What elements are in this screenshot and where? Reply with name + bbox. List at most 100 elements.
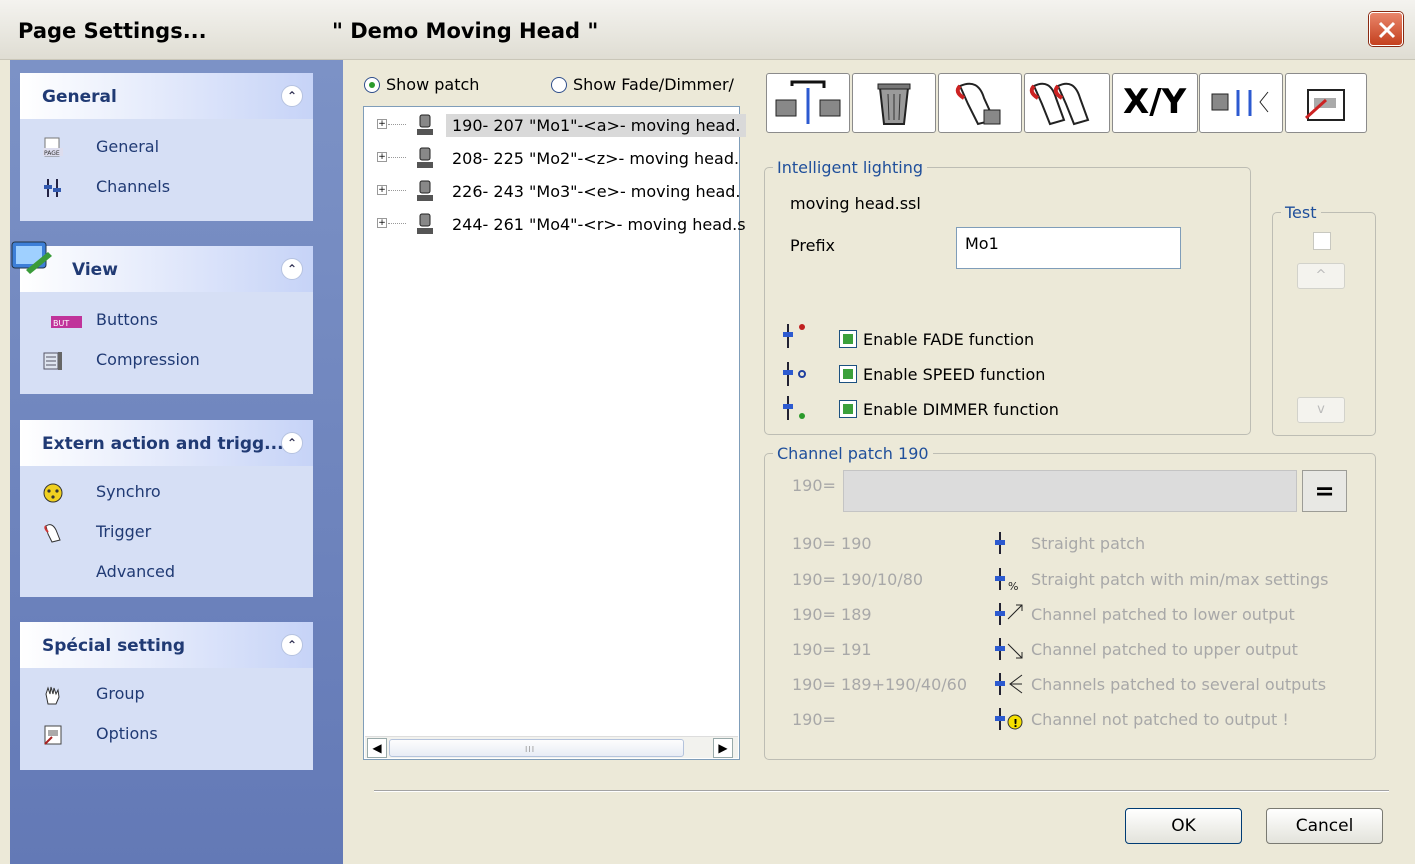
horizontal-scrollbar[interactable]: ◀ III ▶ <box>365 736 738 758</box>
group-title: Extern action and trigg... <box>42 434 284 454</box>
enable-dimmer-label: Enable DIMMER function <box>863 400 1059 419</box>
chevron-down-icon: v <box>1317 402 1325 417</box>
radio-dot <box>364 77 380 93</box>
test-up-button[interactable]: ^ <box>1297 263 1345 289</box>
collapse-chevron-icon[interactable]: ⌃ <box>281 432 303 454</box>
scroll-thumb[interactable]: III <box>389 739 684 757</box>
enable-fade-label: Enable FADE function <box>863 330 1035 349</box>
xy-button[interactable]: X/Y <box>1112 73 1198 133</box>
prefix-input[interactable]: Mo1 <box>956 227 1181 269</box>
test-down-button[interactable]: v <box>1297 397 1345 423</box>
close-button[interactable] <box>1369 12 1403 46</box>
expand-icon[interactable]: + <box>377 152 387 162</box>
cancel-button[interactable]: Cancel <box>1266 808 1383 844</box>
intelligent-lighting-legend: Intelligent lighting <box>777 158 924 177</box>
sidebar-group-general: General ⌃ PAGE General Channels <box>20 73 313 221</box>
tree-row[interactable]: + 208- 225 "Mo2"-<z>- moving head. <box>364 143 739 173</box>
tree-row[interactable]: + 190- 207 "Mo1"-<a>- moving head. <box>364 110 747 140</box>
fixture-file-name: moving head.ssl <box>790 194 921 213</box>
enable-dimmer-checkbox[interactable] <box>839 400 857 418</box>
options-tool-button[interactable] <box>1285 73 1367 133</box>
compression-icon <box>43 352 62 370</box>
trash-icon <box>877 83 911 125</box>
example-desc: Straight patch with min/max settings <box>1031 570 1329 589</box>
example-code: 190= 189 <box>792 605 872 624</box>
ok-button[interactable]: OK <box>1125 808 1242 844</box>
scroll-left-icon[interactable]: ◀ <box>367 738 387 758</box>
example-desc: Channels patched to several outputs <box>1031 675 1327 694</box>
dmx-connector-icon <box>43 483 63 503</box>
apply-patch-button[interactable]: = <box>1302 470 1347 512</box>
example-code: 190= 190 <box>792 534 872 553</box>
moving-head-icon <box>417 213 433 234</box>
speed-icon <box>783 362 806 386</box>
patch-expression-input[interactable] <box>843 470 1297 512</box>
patch-fixture-icon <box>775 80 841 124</box>
window-title: Page Settings... <box>18 19 207 43</box>
dimmer-icon <box>783 396 805 420</box>
minmax-patch-icon: % <box>995 568 1018 592</box>
patch-fixture-button[interactable] <box>766 73 850 133</box>
tree-row[interactable]: + 226- 243 "Mo3"-<e>- moving head. <box>364 176 741 206</box>
example-code: 190= 189+190/40/60 <box>792 675 968 694</box>
hand-select-icon <box>955 82 1001 126</box>
options-icon <box>44 725 62 745</box>
fade-icon <box>783 324 805 348</box>
page-icon: PAGE <box>43 137 63 157</box>
channels-fader-icon <box>44 179 61 197</box>
group-header[interactable]: Extern action and trigg... ⌃ <box>20 420 313 466</box>
example-desc: Channel patched to lower output <box>1031 605 1295 624</box>
channel-arrange-button[interactable] <box>1199 73 1283 133</box>
hand-multi-select-icon <box>1029 82 1090 126</box>
multi-output-icon <box>995 673 1023 695</box>
expand-icon[interactable]: + <box>377 119 387 129</box>
collapse-chevron-icon[interactable]: ⌃ <box>281 85 303 107</box>
example-desc: Channel not patched to output ! <box>1031 710 1289 729</box>
group-title: General <box>42 87 117 107</box>
patch-input-label: 190= <box>792 476 836 495</box>
straight-patch-icon <box>995 532 1005 554</box>
sidebar-group-extern: Extern action and trigg... ⌃ Synchro Tri… <box>20 420 313 597</box>
title-bar: Page Settings... " Demo Moving Head " <box>0 0 1415 60</box>
fixture-channels-icon <box>1211 90 1269 116</box>
hand-icon <box>44 524 61 543</box>
delete-button[interactable] <box>852 73 936 133</box>
svg-text:!: ! <box>1013 717 1018 730</box>
chevron-up-icon: ^ <box>1315 268 1327 283</box>
patch-tree[interactable]: + 190- 207 "Mo1"-<a>- moving head. + 208… <box>363 106 747 760</box>
expand-icon[interactable]: + <box>377 185 387 195</box>
document-title: " Demo Moving Head " <box>332 19 599 43</box>
group-header[interactable]: Spécial setting ⌃ <box>20 622 313 668</box>
svg-text:PAGE: PAGE <box>44 150 60 157</box>
hand-pointer-icon <box>45 686 60 705</box>
svg-text:BUT: BUT <box>53 319 69 328</box>
enable-speed-checkbox[interactable] <box>839 365 857 383</box>
enable-speed-label: Enable SPEED function <box>863 365 1046 384</box>
example-desc: Straight patch <box>1031 534 1146 553</box>
prefix-label: Prefix <box>790 236 835 255</box>
test-checkbox[interactable] <box>1313 232 1331 250</box>
expand-icon[interactable]: + <box>377 218 387 228</box>
radio-dot <box>551 77 567 93</box>
collapse-chevron-icon[interactable]: ⌃ <box>281 258 303 280</box>
upper-output-icon <box>995 638 1023 660</box>
tree-row[interactable]: + 244- 261 "Mo4"-<r>- moving head.s <box>364 209 746 239</box>
scroll-right-icon[interactable]: ▶ <box>713 738 733 758</box>
group-header[interactable]: General ⌃ <box>20 73 313 119</box>
select-one-button[interactable] <box>938 73 1022 133</box>
button-icon: BUT <box>51 316 82 328</box>
moving-head-icon <box>417 180 433 201</box>
lower-output-icon <box>995 603 1023 625</box>
select-all-button[interactable] <box>1024 73 1110 133</box>
group-title: Spécial setting <box>42 636 186 656</box>
test-legend: Test <box>1285 203 1317 222</box>
view-monitor-icon <box>11 241 52 274</box>
channel-patch-legend: Channel patch 190 <box>777 444 929 463</box>
enable-fade-checkbox[interactable] <box>839 330 857 348</box>
example-code: 190= <box>792 710 836 729</box>
hand-options-icon <box>1304 89 1345 121</box>
group-header[interactable]: View ⌃ <box>11 241 313 292</box>
not-patched-warning-icon: ! <box>995 708 1023 730</box>
example-code: 190= 191 <box>792 640 872 659</box>
collapse-chevron-icon[interactable]: ⌃ <box>281 634 303 656</box>
